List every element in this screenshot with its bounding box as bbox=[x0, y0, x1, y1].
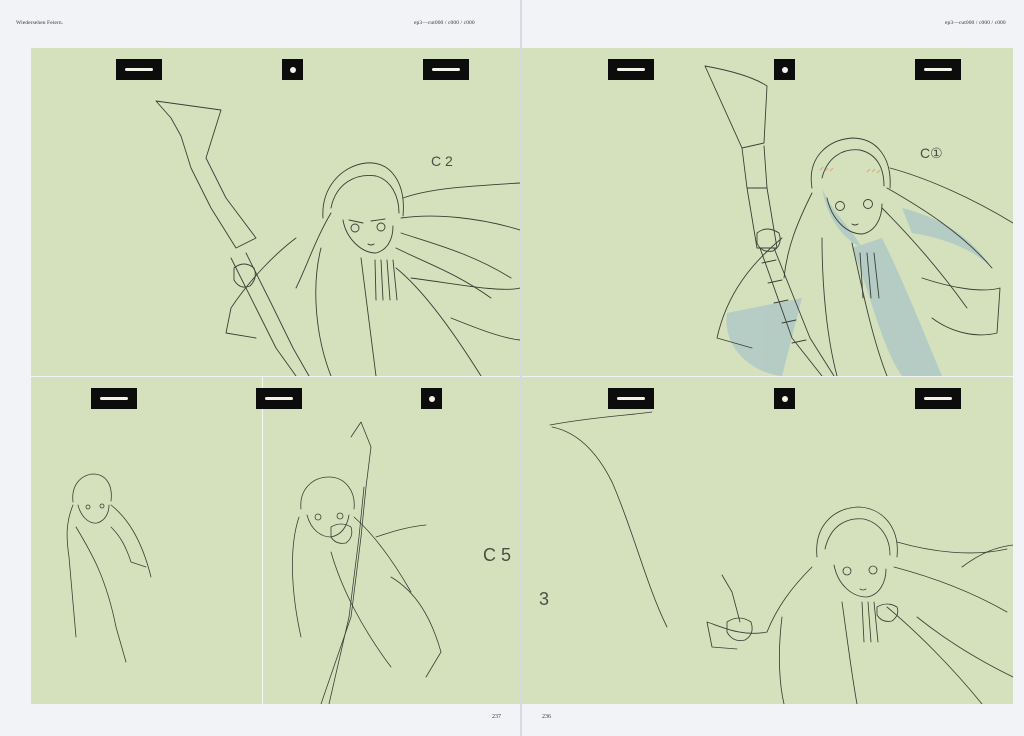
panel-note-c1: C① bbox=[920, 145, 943, 161]
sketch-panel-bottom-right: 3 bbox=[522, 377, 1013, 704]
peg-hole-slot bbox=[915, 59, 961, 80]
genga-sketch-c5: C 5 bbox=[66, 421, 511, 704]
cut-label-right: ep3—cut000 / c000 / c000 bbox=[945, 20, 1006, 26]
cel-divider bbox=[262, 377, 263, 704]
peg-hole-slot bbox=[608, 388, 654, 409]
peg-hole-round bbox=[282, 59, 303, 80]
genga-sketch-3: 3 bbox=[539, 411, 1013, 704]
running-head-title: Wiedersehen Feiern. bbox=[16, 20, 64, 26]
peg-hole-slot bbox=[608, 59, 654, 80]
peg-hole-slot bbox=[91, 388, 137, 409]
peg-hole-round bbox=[774, 388, 795, 409]
panel-note-c2: C 2 bbox=[431, 153, 453, 169]
sketch-panel-bottom-left: C 5 bbox=[31, 377, 520, 704]
peg-hole-slot bbox=[256, 388, 302, 409]
peg-hole-round bbox=[774, 59, 795, 80]
book-spread: Wiedersehen Feiern. ep3—cut000 / c000 / … bbox=[0, 0, 1024, 736]
panel-note-c5: C 5 bbox=[483, 545, 511, 565]
page-number-left: 237 bbox=[492, 714, 501, 720]
peg-hole-slot bbox=[423, 59, 469, 80]
panel-note-3: 3 bbox=[539, 589, 549, 609]
peg-hole-round bbox=[421, 388, 442, 409]
sketch-panel-top-right: C① bbox=[522, 48, 1013, 376]
genga-sketch-c1: C① bbox=[704, 65, 1013, 376]
peg-hole-slot bbox=[116, 59, 162, 80]
genga-sketch-c2: C 2 bbox=[155, 100, 520, 376]
peg-hole-slot bbox=[915, 388, 961, 409]
cut-label-left: ep3—cut000 / c000 / c000 bbox=[414, 20, 475, 26]
page-number-right: 236 bbox=[542, 714, 551, 720]
sketch-panel-top-left: C 2 bbox=[31, 48, 520, 376]
